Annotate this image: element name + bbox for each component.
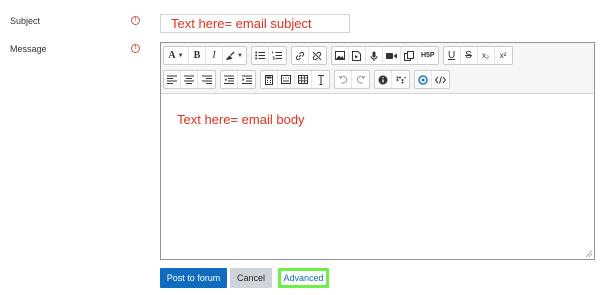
- undo-button[interactable]: [335, 71, 352, 88]
- media-button[interactable]: [349, 47, 366, 64]
- toolbar-group-format: U S x₂ x²: [442, 46, 513, 65]
- manage-files-button[interactable]: [401, 47, 418, 64]
- superscript-icon: x²: [499, 51, 507, 60]
- keyboard-icon: [281, 75, 291, 84]
- subscript-icon: x₂: [482, 51, 490, 60]
- h5p-button[interactable]: H5P: [418, 47, 438, 64]
- redo-icon: [356, 75, 365, 84]
- align-left-icon: [167, 75, 177, 84]
- align-right-button[interactable]: [198, 71, 215, 88]
- info-circle-icon: [378, 75, 388, 84]
- emoji-button[interactable]: [415, 71, 432, 88]
- unordered-list-button[interactable]: [252, 47, 269, 64]
- microphone-icon: [370, 51, 378, 61]
- ordered-list-icon: [272, 51, 283, 60]
- html-button[interactable]: [432, 71, 449, 88]
- italic-icon: I: [212, 50, 216, 61]
- image-button[interactable]: [332, 47, 349, 64]
- toolbar-row-2: [163, 70, 592, 91]
- paragraph-style-button[interactable]: A ▼: [164, 47, 189, 64]
- font-style-icon: A: [168, 50, 176, 61]
- h5p-icon: H5P: [420, 52, 435, 59]
- toolbar-group-accessibility: [374, 70, 410, 89]
- redo-button[interactable]: [352, 71, 369, 88]
- cancel-button[interactable]: Cancel: [230, 268, 272, 288]
- table-button[interactable]: [295, 71, 312, 88]
- subject-input[interactable]: Text here= email subject: [160, 14, 350, 33]
- underline-icon: U: [447, 50, 456, 61]
- subscript-button[interactable]: x₂: [478, 47, 495, 64]
- toolbar-group-indent: [220, 70, 256, 89]
- braille-icon: [396, 76, 406, 83]
- required-icon: !: [131, 44, 140, 53]
- message-label: Message: [10, 44, 47, 54]
- italic-button[interactable]: I: [206, 47, 223, 64]
- brush-button[interactable]: ▼: [223, 47, 246, 64]
- code-icon: [435, 75, 446, 84]
- outdent-button[interactable]: [221, 71, 238, 88]
- toolbar-group-media: H5P: [330, 46, 439, 65]
- caret-down-icon: ▼: [177, 52, 184, 59]
- special-chars-button[interactable]: [278, 71, 295, 88]
- resize-grip-icon[interactable]: [585, 250, 593, 258]
- files-icon: [403, 50, 414, 61]
- unordered-list-icon: [255, 51, 265, 60]
- unlink-icon: [313, 51, 322, 60]
- align-right-icon: [201, 75, 212, 84]
- required-icon: !: [131, 16, 140, 25]
- align-center-icon: [184, 75, 194, 84]
- undo-icon: [338, 75, 348, 84]
- record-video-button[interactable]: [383, 47, 401, 64]
- toolbar-group-insert: [260, 70, 330, 89]
- toolbar-group-history: [334, 70, 370, 89]
- brush-icon: [226, 51, 235, 60]
- strikethrough-button[interactable]: S: [461, 47, 478, 64]
- strikethrough-icon: S: [465, 50, 472, 61]
- toolbar-row-1: A ▼ B I ▼ H5P U S x₂ x²: [163, 46, 592, 67]
- subject-label: Subject: [10, 16, 41, 26]
- table-icon: [298, 75, 308, 84]
- indent-button[interactable]: [238, 71, 255, 88]
- equation-button[interactable]: [261, 71, 278, 88]
- record-audio-button[interactable]: [366, 47, 383, 64]
- clear-format-icon: [317, 74, 324, 85]
- calculator-icon: [265, 74, 273, 85]
- toolbar-group-align: [163, 70, 216, 89]
- screenreader-helper-button[interactable]: [392, 71, 409, 88]
- align-left-button[interactable]: [164, 71, 181, 88]
- unlink-button[interactable]: [309, 47, 326, 64]
- ordered-list-button[interactable]: [269, 47, 286, 64]
- bold-icon: B: [193, 50, 201, 61]
- bold-button[interactable]: B: [189, 47, 206, 64]
- message-body-textarea[interactable]: Text here= email body: [161, 94, 594, 260]
- image-icon: [334, 51, 345, 60]
- clear-formatting-button[interactable]: [312, 71, 329, 88]
- link-button[interactable]: [292, 47, 309, 64]
- advanced-button[interactable]: Advanced: [278, 268, 329, 288]
- video-camera-icon: [385, 52, 397, 59]
- caret-down-icon: ▼: [237, 52, 243, 59]
- superscript-button[interactable]: x²: [495, 47, 512, 64]
- link-icon: [295, 51, 305, 60]
- toolbar-group-links: [290, 46, 327, 65]
- message-editor: A ▼ B I ▼ H5P U S x₂ x² Text here= email…: [160, 42, 595, 260]
- toolbar-group-lists: [250, 46, 287, 65]
- toolbar-group-style: A ▼ B I ▼: [163, 46, 247, 65]
- align-center-button[interactable]: [181, 71, 198, 88]
- editor-toolbar: A ▼ B I ▼ H5P U S x₂ x²: [161, 43, 594, 94]
- toolbar-group-misc: [414, 70, 450, 89]
- indent-icon: [241, 75, 252, 84]
- underline-button[interactable]: U: [444, 47, 461, 64]
- file-media-icon: [352, 50, 362, 61]
- accessibility-checker-button[interactable]: [375, 71, 392, 88]
- post-to-forum-button[interactable]: Post to forum: [160, 268, 227, 288]
- outdent-icon: [224, 75, 234, 84]
- circle-icon: [418, 74, 428, 85]
